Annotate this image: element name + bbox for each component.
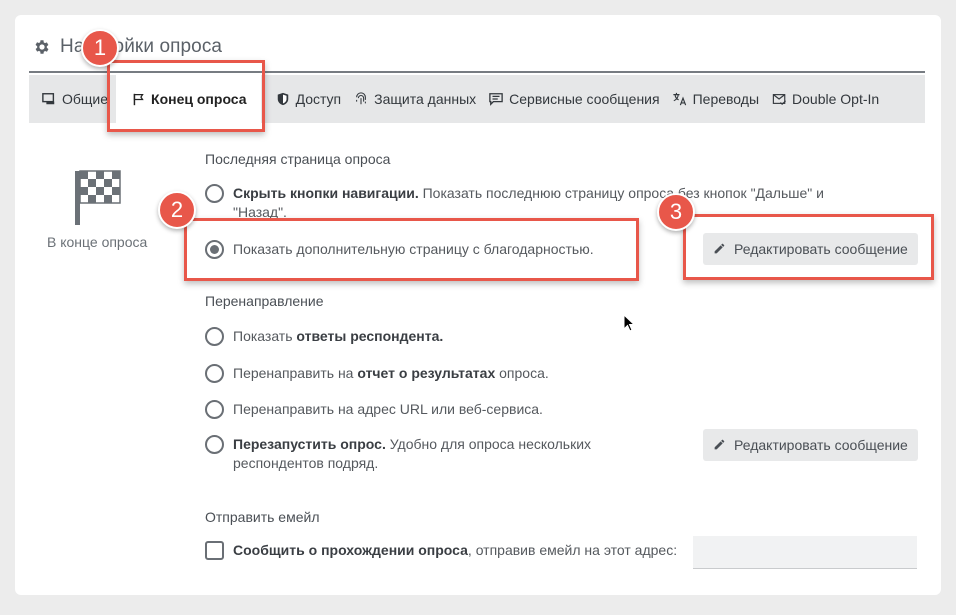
- notify-text: Сообщить о прохождении опроса, отправив …: [233, 542, 678, 558]
- sidebar-label: В конце опроса: [47, 234, 148, 250]
- radio-restart-survey[interactable]: Перезапустить опрос. Удобно для опроса н…: [205, 435, 625, 473]
- radio-button[interactable]: [205, 400, 224, 419]
- annotation-badge-2: 2: [158, 191, 196, 229]
- tab-label: Доступ: [295, 91, 342, 107]
- redirect-report-text: Перенаправить на отчет о результатах опр…: [233, 365, 549, 381]
- tab-label: Сервисные сообщения: [509, 91, 660, 107]
- tab-label: Переводы: [692, 91, 760, 107]
- tab-access[interactable]: Доступ: [263, 75, 342, 123]
- checkbox[interactable]: [205, 541, 224, 560]
- mouse-cursor-icon: [623, 313, 636, 332]
- highlight-box-edit: [683, 214, 934, 280]
- highlight-box-tab: [107, 60, 265, 132]
- message-icon: [488, 91, 504, 107]
- pencil-icon: [713, 438, 727, 452]
- tab-label: Общие: [62, 91, 109, 107]
- email-title: Отправить емейл: [205, 509, 320, 525]
- tab-label: Защита данных: [374, 91, 477, 107]
- shield-icon: [275, 91, 291, 107]
- tab-service-messages[interactable]: Сервисные сообщения: [476, 75, 660, 123]
- tab-general[interactable]: Общие: [29, 75, 108, 123]
- tab-translations[interactable]: Переводы: [660, 75, 759, 123]
- checkbox-notify-email[interactable]: Сообщить о прохождении опроса, отправив …: [205, 541, 677, 560]
- gear-icon: [31, 36, 53, 58]
- restart-text: Перезапустить опрос. Удобно для опроса н…: [233, 436, 592, 471]
- email-field[interactable]: [693, 536, 917, 569]
- radio-button[interactable]: [205, 184, 224, 203]
- radio-redirect-url[interactable]: Перенаправить на адрес URL или веб-серви…: [205, 400, 543, 419]
- edit-message-button-restart[interactable]: Редактировать сообщение: [703, 429, 918, 461]
- tab-data-protection[interactable]: Защита данных: [341, 75, 476, 123]
- radio-show-answers[interactable]: Показать ответы респондента.: [205, 327, 443, 346]
- last-page-title: Последняя страница опроса: [205, 151, 391, 167]
- monitor-icon: [41, 91, 57, 107]
- radio-button[interactable]: [205, 435, 224, 454]
- highlight-box-thanks: [184, 218, 639, 281]
- checkered-flag-icon: [73, 167, 125, 227]
- mail-check-icon: [771, 91, 787, 107]
- translate-icon: [672, 91, 688, 107]
- radio-redirect-report[interactable]: Перенаправить на отчет о результатах опр…: [205, 364, 549, 383]
- annotation-badge-3: 3: [657, 193, 695, 231]
- redirect-url-text: Перенаправить на адрес URL или веб-серви…: [233, 401, 543, 417]
- show-answers-text: Показать ответы респондента.: [233, 328, 444, 344]
- redirect-title: Перенаправление: [205, 293, 324, 309]
- annotation-badge-1: 1: [81, 29, 119, 67]
- button-label: Редактировать сообщение: [734, 437, 908, 453]
- tab-label: Double Opt-In: [792, 91, 880, 107]
- tab-double-opt-in[interactable]: Double Opt-In: [759, 75, 879, 123]
- radio-button[interactable]: [205, 364, 224, 383]
- radio-button[interactable]: [205, 327, 224, 346]
- fingerprint-icon: [353, 91, 369, 107]
